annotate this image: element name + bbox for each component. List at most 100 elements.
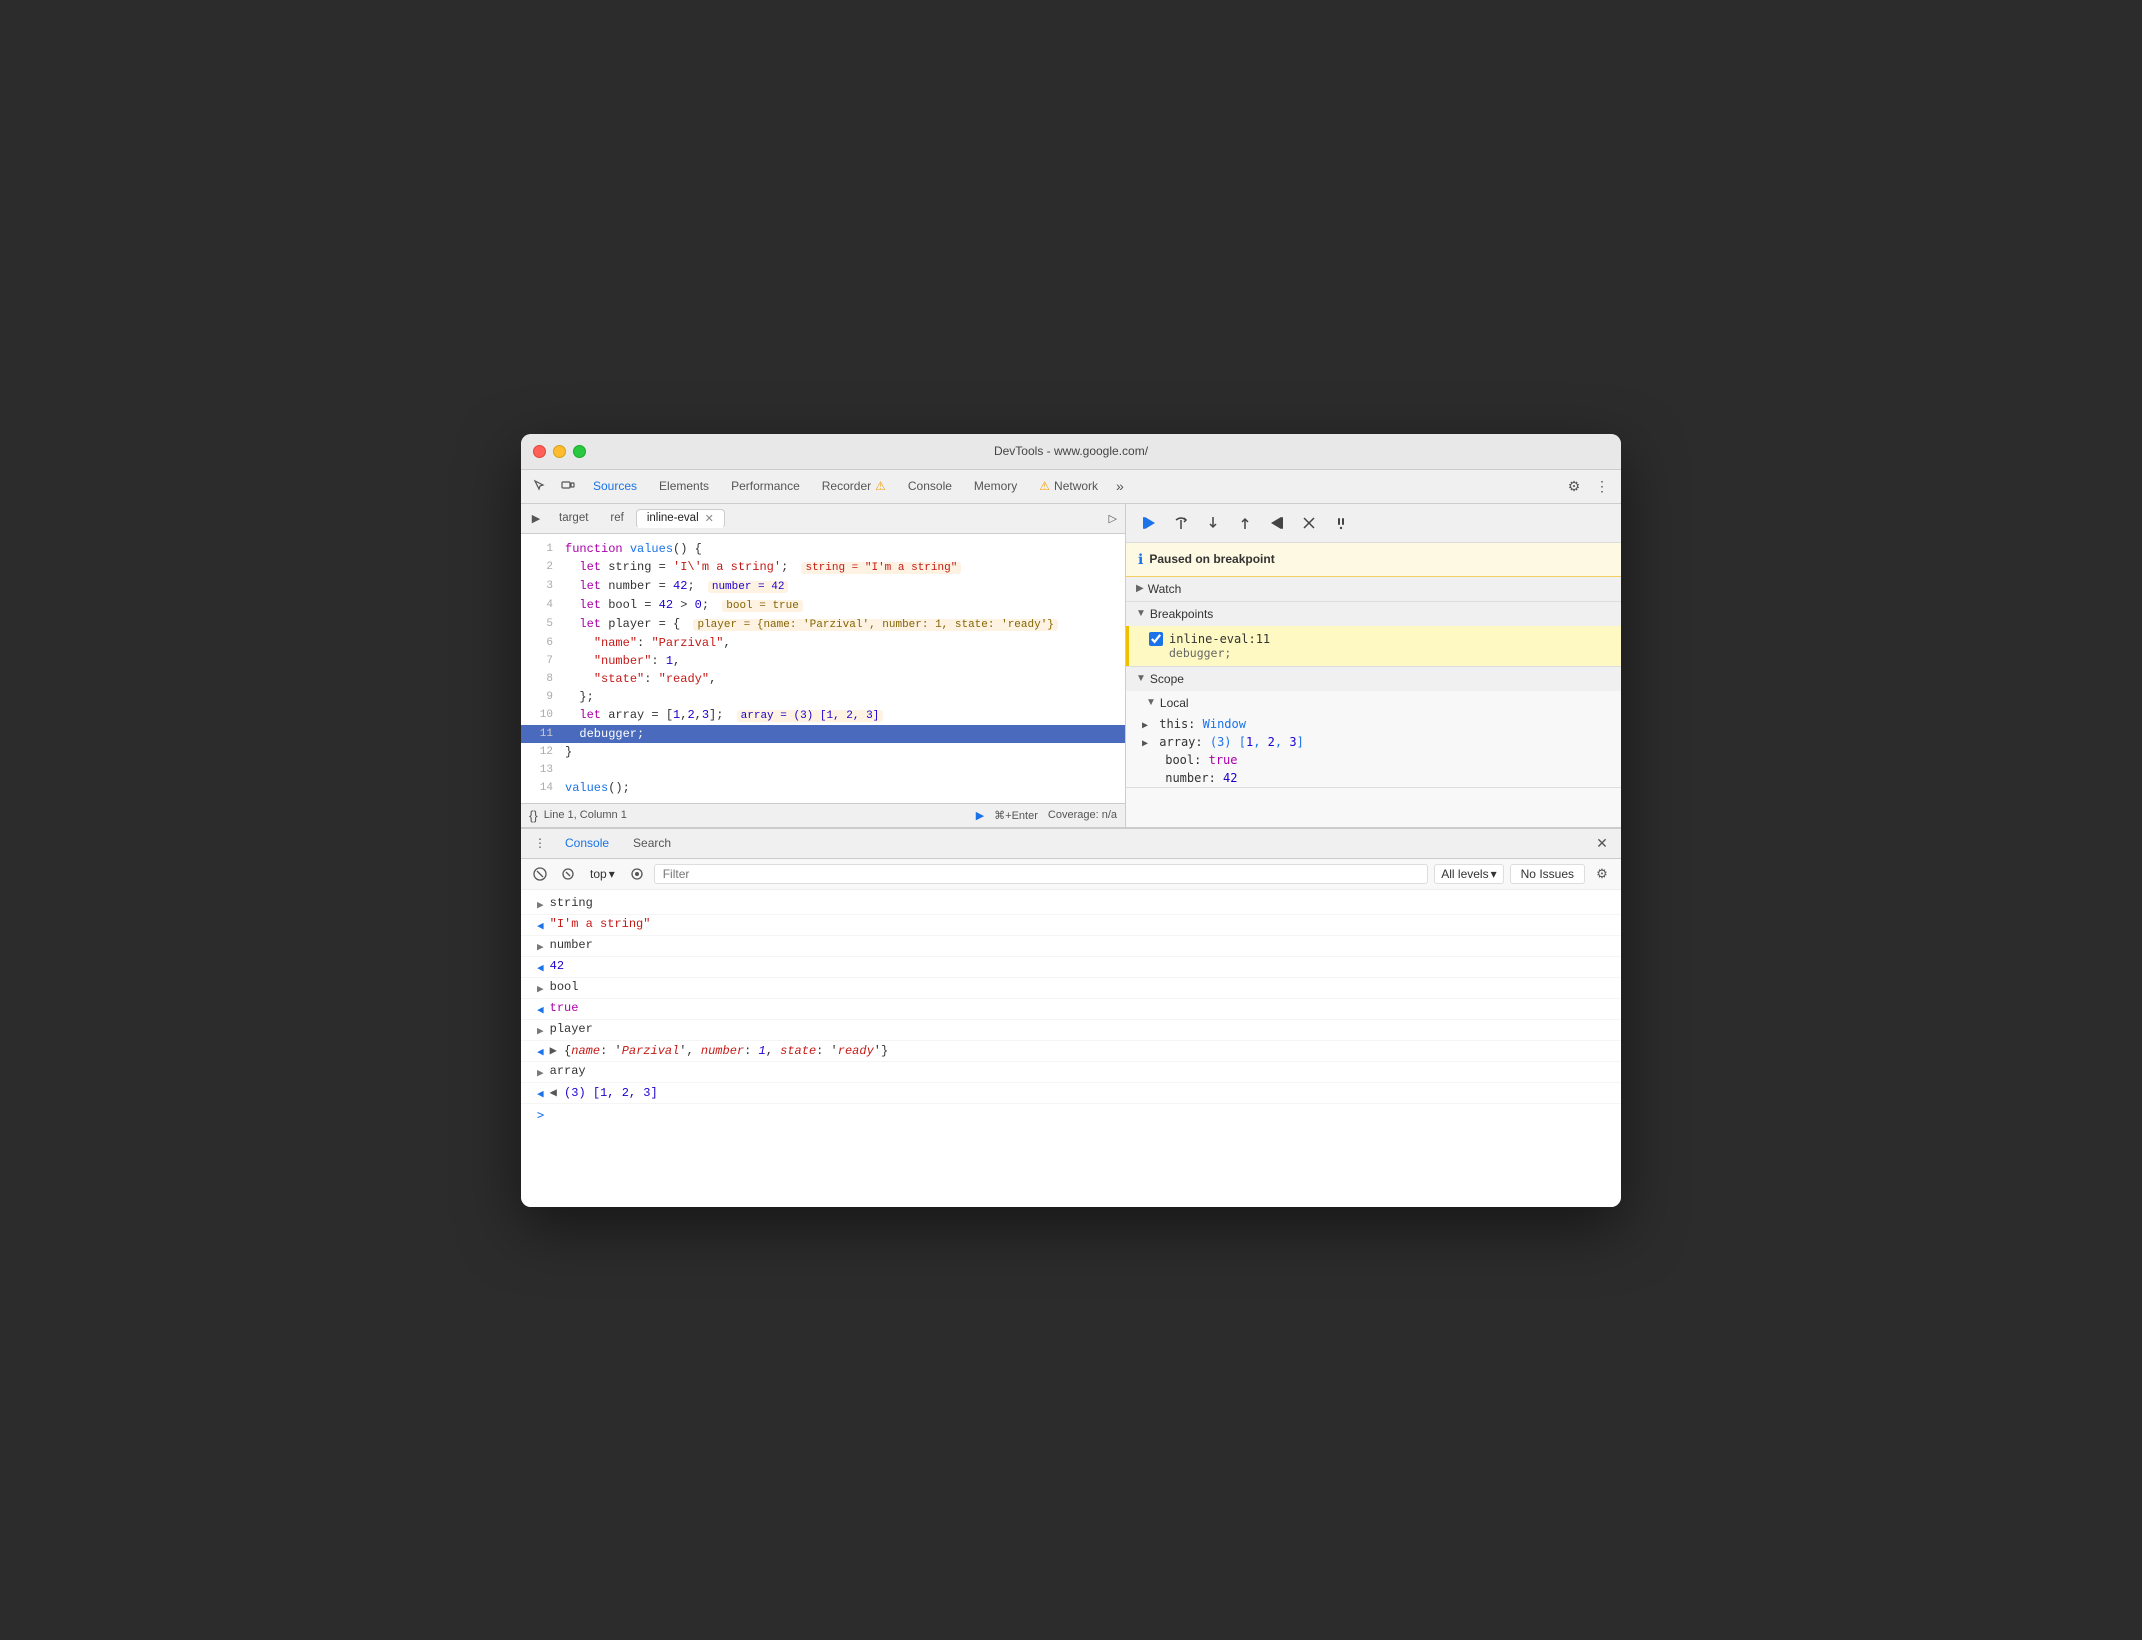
levels-dropdown-icon: ▾ — [1491, 867, 1497, 881]
close-button[interactable] — [533, 445, 546, 458]
local-collapse-icon: ▼ — [1146, 697, 1156, 708]
cursor-position: Line 1, Column 1 — [544, 809, 627, 821]
debugger-toolbar — [1126, 504, 1621, 543]
tab-elements[interactable]: Elements — [649, 475, 719, 497]
expand-array-icon[interactable]: ◀ — [550, 1086, 557, 1100]
minimize-button[interactable] — [553, 445, 566, 458]
tab-memory[interactable]: Memory — [964, 475, 1027, 497]
breakpoint-checkbox[interactable] — [1149, 632, 1163, 646]
hide-network-icon[interactable] — [557, 863, 579, 885]
more-options-icon[interactable]: ⋮ — [1589, 473, 1615, 499]
console-prompt[interactable]: > — [521, 1104, 1621, 1126]
log-levels-dropdown[interactable]: All levels ▾ — [1434, 864, 1503, 884]
tab-recorder[interactable]: Recorder ⚠ — [812, 475, 896, 497]
breakpoint-item: inline-eval:11 debugger; — [1126, 626, 1621, 666]
status-bar: {} Line 1, Column 1 ▶ ⌘+Enter Coverage: … — [521, 803, 1125, 827]
network-warning-icon: ⚠ — [1039, 479, 1050, 493]
nav-more-button[interactable]: » — [1110, 474, 1130, 498]
scope-array: ▶ array: (3) [1, 2, 3] — [1126, 733, 1621, 751]
code-line-14: 14 values(); — [521, 779, 1125, 797]
tab-console-bottom[interactable]: Console — [555, 833, 619, 853]
console-entry-string-out: ▶ string — [521, 894, 1621, 915]
main-content: ▶ target ref inline-eval ✕ ▷ 1 — [521, 504, 1621, 827]
breakpoint-file: inline-eval:11 — [1169, 632, 1270, 646]
devtools-window: DevTools - www.google.com/ Sources Eleme… — [521, 434, 1621, 1207]
console-entry-player-out: ▶ player — [521, 1020, 1621, 1041]
file-tab-ref[interactable]: ref — [600, 510, 633, 526]
fullscreen-button[interactable] — [573, 445, 586, 458]
console-panel-menu-icon[interactable]: ⋮ — [529, 832, 551, 854]
watch-header[interactable]: ▶ Watch — [1126, 577, 1621, 601]
breakpoint-statement: debugger; — [1149, 646, 1601, 660]
watch-label: Watch — [1148, 582, 1182, 596]
close-tab-icon[interactable]: ✕ — [705, 512, 714, 525]
breakpoints-label: Breakpoints — [1150, 607, 1213, 621]
tab-search-bottom[interactable]: Search — [623, 833, 681, 853]
context-selector[interactable]: top ▾ — [585, 865, 620, 883]
bottom-panel: ⋮ Console Search ✕ top ▾ All levels — [521, 827, 1621, 1207]
code-line-1: 1 function values() { — [521, 540, 1125, 558]
tab-sources[interactable]: Sources — [583, 475, 647, 497]
console-entry-bool-val: ◀ true — [521, 999, 1621, 1020]
console-settings-icon[interactable]: ⚙ — [1591, 863, 1613, 885]
recorder-warning-icon: ⚠ — [875, 479, 886, 493]
console-entry-number-val: ◀ 42 — [521, 957, 1621, 978]
code-line-9: 9 }; — [521, 688, 1125, 706]
local-label: Local — [1160, 696, 1189, 710]
prompt-symbol: > — [537, 1108, 544, 1122]
console-entry-number-out: ▶ number — [521, 936, 1621, 957]
local-scope-header[interactable]: ▼ Local — [1126, 691, 1621, 715]
code-line-6: 6 "name": "Parzival", — [521, 634, 1125, 652]
pause-exceptions-button[interactable] — [1328, 510, 1354, 536]
clear-console-icon[interactable] — [529, 863, 551, 885]
paused-text: Paused on breakpoint — [1149, 552, 1274, 566]
code-line-5: 5 let player = { player = {name: 'Parziv… — [521, 615, 1125, 634]
run-snippet-icon[interactable]: ▶ — [976, 809, 984, 822]
settings-icon[interactable]: ⚙ — [1561, 473, 1587, 499]
code-line-3: 3 let number = 42; number = 42 — [521, 577, 1125, 596]
breakpoints-header[interactable]: ▼ Breakpoints — [1126, 602, 1621, 626]
scope-number: number: 42 — [1126, 769, 1621, 787]
resume-button[interactable] — [1136, 510, 1162, 536]
file-tabs: ▶ target ref inline-eval ✕ ▷ — [521, 504, 1125, 534]
issues-counter[interactable]: No Issues — [1510, 864, 1585, 884]
step-into-button[interactable] — [1200, 510, 1226, 536]
context-label: top — [590, 867, 607, 881]
console-filter-input[interactable] — [654, 864, 1429, 884]
expand-player-icon[interactable]: ▶ — [550, 1044, 557, 1058]
curly-braces-icon[interactable]: {} — [529, 808, 538, 823]
tab-network[interactable]: ⚠ Network — [1029, 475, 1108, 497]
console-entry-player-val: ◀ ▶ {name: 'Parzival', number: 1, state:… — [521, 1041, 1621, 1062]
step-over-button[interactable] — [1168, 510, 1194, 536]
scope-header[interactable]: ▼ Scope — [1126, 667, 1621, 691]
show-live-expression-icon[interactable] — [626, 863, 648, 885]
step-out-button[interactable] — [1232, 510, 1258, 536]
watch-section: ▶ Watch — [1126, 577, 1621, 602]
scope-section: ▼ Scope ▼ Local ▶ this: Window ▶ array: … — [1126, 667, 1621, 788]
deactivate-breakpoints-button[interactable] — [1296, 510, 1322, 536]
device-toolbar-icon[interactable] — [555, 473, 581, 499]
code-line-10: 10 let array = [1,2,3]; array = (3) [1, … — [521, 706, 1125, 725]
bottom-tabs: ⋮ Console Search ✕ — [521, 829, 1621, 859]
file-panel-toggle[interactable]: ▶ — [525, 507, 547, 529]
levels-label: All levels — [1441, 867, 1488, 881]
console-entry-bool-out: ▶ bool — [521, 978, 1621, 999]
code-editor[interactable]: 1 function values() { 2 let string = 'I\… — [521, 534, 1125, 803]
more-tabs-icon[interactable]: ▷ — [1105, 510, 1121, 527]
code-line-7: 7 "number": 1, — [521, 652, 1125, 670]
code-line-12: 12 } — [521, 743, 1125, 761]
tab-console[interactable]: Console — [898, 475, 962, 497]
left-panel: ▶ target ref inline-eval ✕ ▷ 1 — [521, 504, 1126, 827]
file-tab-inline-eval[interactable]: inline-eval ✕ — [636, 509, 725, 528]
step-back-button[interactable] — [1264, 510, 1290, 536]
close-bottom-panel-icon[interactable]: ✕ — [1591, 832, 1613, 854]
file-tab-target[interactable]: target — [549, 510, 598, 526]
coverage-label: Coverage: n/a — [1048, 809, 1117, 821]
traffic-lights — [533, 445, 586, 458]
console-entry-array-val: ◀ ◀ (3) [1, 2, 3] — [521, 1083, 1621, 1104]
tab-performance[interactable]: Performance — [721, 475, 810, 497]
window-title: DevTools - www.google.com/ — [994, 444, 1148, 458]
console-output: ▶ string ◀ "I'm a string" ▶ number ◀ 42 … — [521, 890, 1621, 1207]
scope-collapse-icon: ▼ — [1136, 673, 1146, 684]
inspect-icon[interactable] — [527, 473, 553, 499]
